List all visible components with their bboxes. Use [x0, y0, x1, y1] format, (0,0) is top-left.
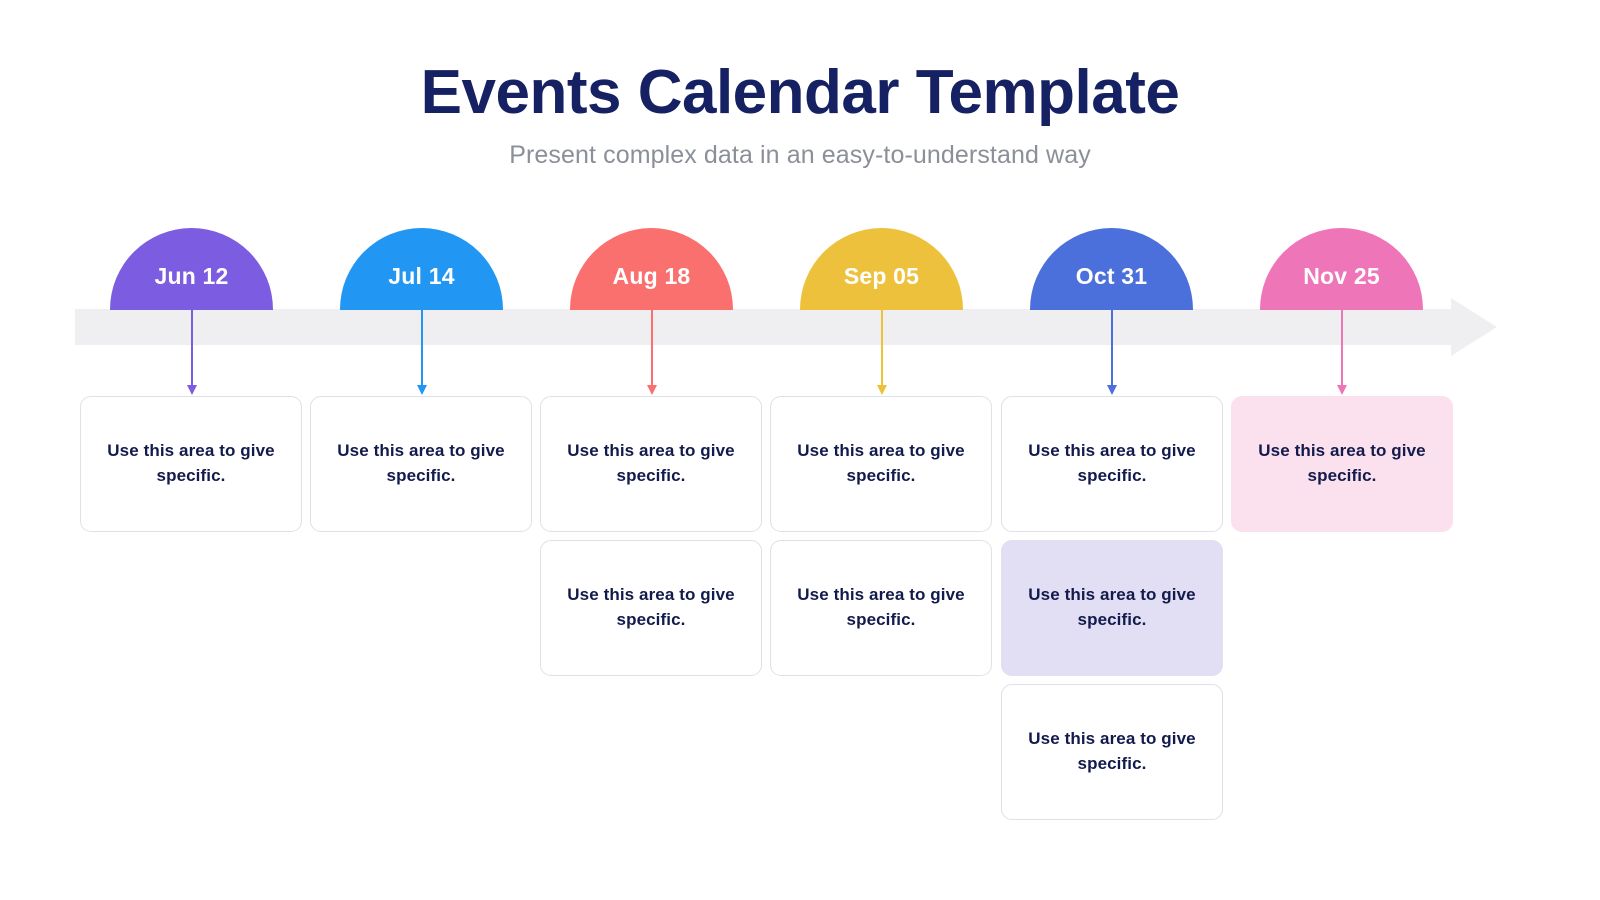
connector-arrow-icon [877, 385, 887, 395]
timeline-marker-sep-05[interactable]: Sep 05 [800, 228, 963, 310]
timeline-marker-aug-18[interactable]: Aug 18 [570, 228, 733, 310]
timeline-marker-label: Jun 12 [154, 262, 229, 289]
timeline-marker-label: Sep 05 [843, 262, 920, 289]
page-title: Events Calendar Template [420, 58, 1180, 127]
timeline-marker-jun-12[interactable]: Jun 12 [110, 228, 273, 310]
connector-arrow-icon [187, 385, 197, 395]
connector-line [881, 310, 883, 386]
event-card-oct-31-3[interactable]: Use this area to give specific. [1001, 684, 1223, 820]
timeline-marker-label: Aug 18 [612, 262, 691, 289]
connector-arrow-icon [1337, 385, 1347, 395]
event-card-aug-18-2[interactable]: Use this area to give specific. [540, 540, 762, 676]
event-card-text: Use this area to give specific. [1028, 441, 1196, 485]
timeline-arrow-icon [1451, 298, 1497, 356]
connector-arrow-icon [647, 385, 657, 395]
page-subtitle: Present complex data in an easy-to-under… [509, 141, 1091, 170]
event-card-text: Use this area to give specific. [1028, 729, 1196, 773]
connector-arrow-icon [417, 385, 427, 395]
timeline-connector-jun-12 [187, 310, 197, 395]
infographic-canvas: Events Calendar Template Present complex… [0, 0, 1600, 900]
event-card-text: Use this area to give specific. [337, 441, 505, 485]
timeline-connector-sep-05 [877, 310, 887, 395]
timeline-marker-label: Nov 25 [1303, 262, 1380, 289]
connector-line [421, 310, 423, 386]
connector-line [651, 310, 653, 386]
timeline-marker-label: Oct 31 [1075, 262, 1148, 289]
timeline-connector-jul-14 [417, 310, 427, 395]
timeline-marker-label: Jul 14 [388, 262, 455, 289]
event-card-sep-05-1[interactable]: Use this area to give specific. [770, 396, 992, 532]
timeline-marker-nov-25[interactable]: Nov 25 [1260, 228, 1423, 310]
header: Events Calendar Template Present complex… [0, 58, 1600, 170]
timeline-marker-oct-31[interactable]: Oct 31 [1030, 228, 1193, 310]
event-card-jun-12-1[interactable]: Use this area to give specific. [80, 396, 302, 532]
connector-arrow-icon [1107, 385, 1117, 395]
event-card-jul-14-1[interactable]: Use this area to give specific. [310, 396, 532, 532]
timeline-marker-jul-14[interactable]: Jul 14 [340, 228, 503, 310]
event-card-text: Use this area to give specific. [1258, 441, 1426, 485]
event-card-text: Use this area to give specific. [1028, 585, 1196, 629]
timeline-connector-oct-31 [1107, 310, 1117, 395]
timeline-connector-nov-25 [1337, 310, 1347, 395]
connector-line [1111, 310, 1113, 386]
timeline-axis [75, 298, 1497, 356]
event-card-aug-18-1[interactable]: Use this area to give specific. [540, 396, 762, 532]
event-card-oct-31-1[interactable]: Use this area to give specific. [1001, 396, 1223, 532]
event-card-text: Use this area to give specific. [567, 441, 735, 485]
event-card-text: Use this area to give specific. [797, 585, 965, 629]
timeline-bar [75, 309, 1458, 345]
event-card-oct-31-2[interactable]: Use this area to give specific. [1001, 540, 1223, 676]
event-card-sep-05-2[interactable]: Use this area to give specific. [770, 540, 992, 676]
event-card-text: Use this area to give specific. [107, 441, 275, 485]
connector-line [1341, 310, 1343, 386]
timeline-connector-aug-18 [647, 310, 657, 395]
event-card-nov-25-1[interactable]: Use this area to give specific. [1231, 396, 1453, 532]
event-card-text: Use this area to give specific. [797, 441, 965, 485]
event-card-text: Use this area to give specific. [567, 585, 735, 629]
connector-line [191, 310, 193, 386]
